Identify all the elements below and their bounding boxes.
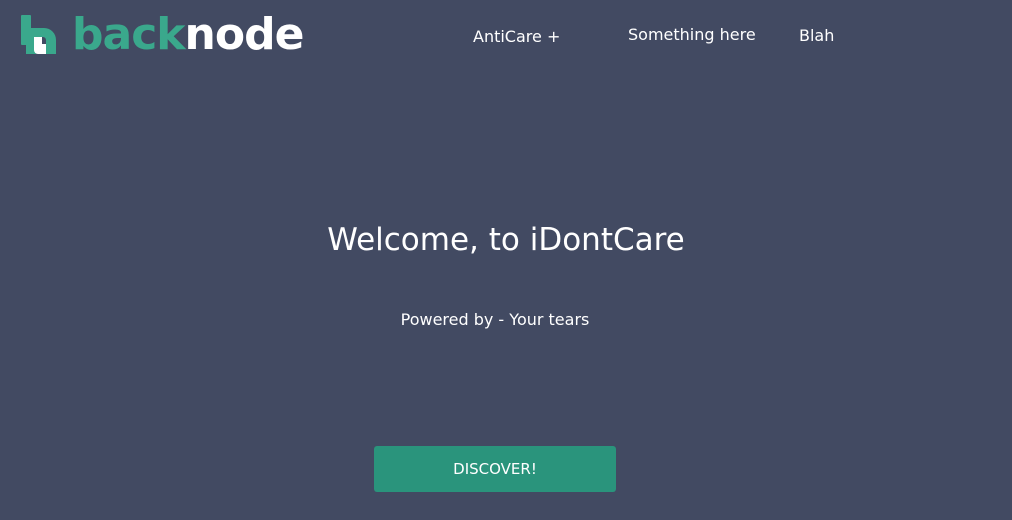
- brand-wordmark-back: back: [72, 9, 186, 60]
- nav-item-blah[interactable]: Blah: [799, 26, 834, 46]
- hero-subtitle: Powered by - Your tears: [400, 310, 590, 329]
- nav-item-something-here[interactable]: Something here: [628, 25, 756, 45]
- hero-title: Welcome, to iDontCare: [327, 222, 685, 258]
- brand-wordmark-node: node: [184, 9, 305, 60]
- discover-button[interactable]: DISCOVER!: [374, 446, 616, 492]
- site-header: backnode AntiCare + Something here Blah: [0, 0, 1012, 72]
- brand-logo[interactable]: backnode: [20, 9, 305, 60]
- nav-item-anticare[interactable]: AntiCare +: [473, 27, 560, 47]
- backnode-logo-icon: [21, 15, 56, 54]
- brand-wordmark: backnode: [72, 9, 305, 60]
